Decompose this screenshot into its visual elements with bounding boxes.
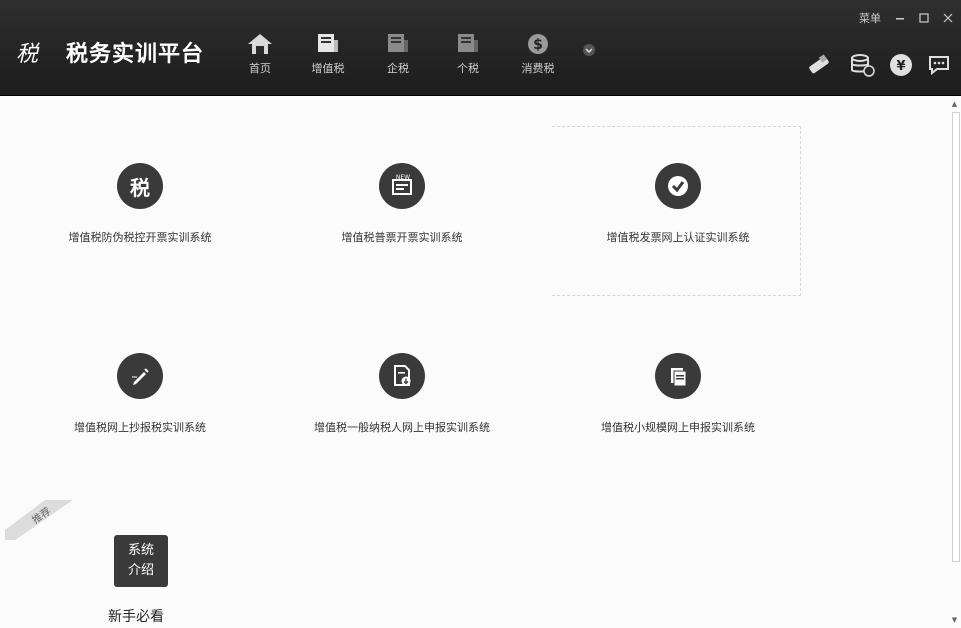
- nav-item-label: 企税: [387, 62, 409, 75]
- window-controls: 菜单: [859, 10, 953, 26]
- usb-key-icon[interactable]: [805, 52, 835, 78]
- app-title: 税务实训平台: [66, 42, 205, 67]
- tax-char-icon: 税: [117, 163, 163, 209]
- system-intro-button[interactable]: 系统 介绍: [114, 535, 168, 587]
- nav-item-vat[interactable]: 增值税: [298, 32, 358, 76]
- nav-item-label: 首页: [249, 62, 271, 75]
- scroll-thumb[interactable]: [952, 112, 960, 562]
- chevron-down-icon[interactable]: [582, 43, 596, 57]
- app-logo: 税: [16, 42, 39, 67]
- tile-vat-general-declare[interactable]: 增值税一般纳税人网上申报实训系统: [262, 353, 542, 435]
- nav-item-home[interactable]: 首页: [230, 32, 290, 76]
- tile-label: 增值税一般纳税人网上申报实训系统: [314, 421, 490, 434]
- tile-label: 增值税防伪税控开票实训系统: [68, 231, 212, 244]
- document-icon: [458, 34, 478, 52]
- svg-text:¥: ¥: [896, 59, 905, 74]
- menu-button[interactable]: 菜单: [859, 10, 881, 26]
- tile-label: 增值税网上抄报税实训系统: [74, 421, 206, 434]
- intro-caption[interactable]: 新手必看: [108, 606, 164, 626]
- chat-icon[interactable]: [927, 53, 951, 77]
- recommend-ribbon: 推荐: [5, 500, 73, 540]
- nav-item-corp-tax[interactable]: 企税: [368, 32, 428, 76]
- vertical-scrollbar[interactable]: ▲ ▼: [950, 100, 960, 624]
- nav-item-consumption-tax[interactable]: $ 消费税: [508, 32, 568, 76]
- pencil-icon: [117, 353, 163, 399]
- scroll-down-arrow[interactable]: ▼: [950, 616, 959, 624]
- svg-text:$: $: [533, 37, 543, 53]
- home-icon: [248, 34, 272, 54]
- tile-vat-normal-invoice[interactable]: NEW 增值税普票开票实训系统: [262, 163, 542, 245]
- tile-vat-small-scale[interactable]: 增值税小规模网上申报实训系统: [538, 353, 818, 435]
- scroll-up-arrow[interactable]: ▲: [950, 100, 959, 108]
- minimize-icon[interactable]: [895, 13, 905, 23]
- file-download-icon: [379, 353, 425, 399]
- document-icon: [318, 34, 338, 52]
- maximize-icon[interactable]: [919, 13, 929, 23]
- check-icon: [655, 163, 701, 209]
- tile-vat-anti-counterfeit[interactable]: 税 增值税防伪税控开票实训系统: [0, 163, 280, 245]
- nav-item-label: 个税: [457, 62, 479, 75]
- tile-label: 增值税普票开票实训系统: [341, 231, 463, 244]
- svg-text:NEW: NEW: [396, 174, 410, 181]
- document-icon: [388, 34, 408, 52]
- intro-line-1: 系统: [127, 543, 154, 558]
- intro-line-2: 介绍: [127, 563, 154, 578]
- yen-coin-icon[interactable]: ¥: [889, 53, 913, 77]
- tile-label: 增值税小规模网上申报实训系统: [601, 421, 755, 434]
- nav-item-label: 消费税: [521, 62, 555, 75]
- new-invoice-icon: NEW: [379, 163, 425, 209]
- tile-label: 增值税发票网上认证实训系统: [606, 231, 750, 244]
- tile-vat-online-copy[interactable]: 增值税网上抄报税实训系统: [0, 353, 280, 435]
- top-bar: 税 税务实训平台 首页 增值税 企税 个税 $ 消费税 菜单 ¥: [0, 0, 961, 96]
- nav-item-label: 增值税: [311, 62, 345, 75]
- toolbar-right: ¥: [805, 52, 951, 78]
- tile-vat-online-auth[interactable]: 增值税发票网上认证实训系统: [538, 163, 818, 245]
- database-icon[interactable]: [849, 52, 875, 78]
- papers-icon: [655, 353, 701, 399]
- close-icon[interactable]: [943, 13, 953, 23]
- dollar-icon: $: [528, 34, 548, 54]
- nav-item-personal-tax[interactable]: 个税: [438, 32, 498, 76]
